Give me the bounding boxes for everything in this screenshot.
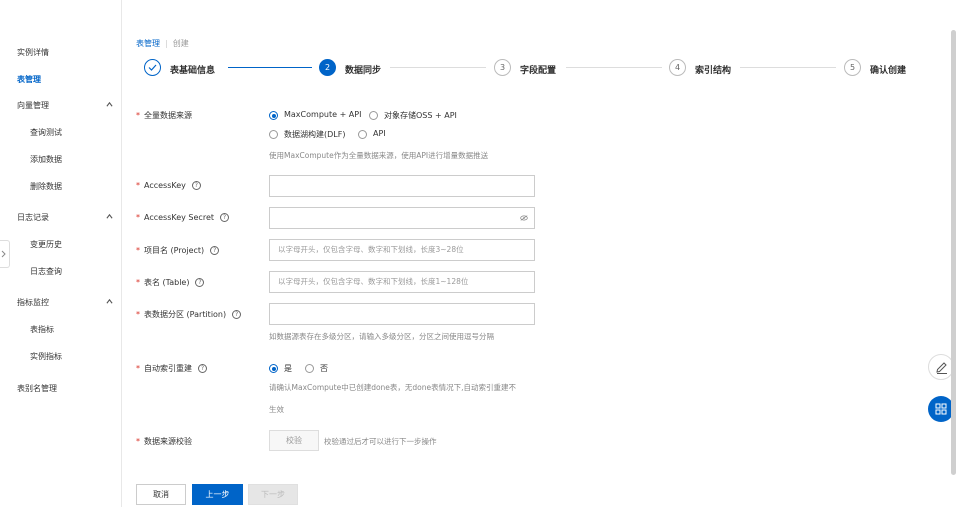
eye-hidden-icon[interactable] — [520, 215, 528, 221]
chevron-up-icon[interactable] — [106, 298, 113, 305]
help-icon[interactable]: ? — [195, 278, 205, 287]
sidebar-item-query-test[interactable]: 查询测试 — [30, 127, 62, 138]
radio-label: API — [373, 129, 386, 138]
project-input[interactable]: 以字母开头，仅包含字母、数字和下划线，长度3~28位 — [269, 239, 535, 261]
radio-label: 否 — [320, 364, 328, 373]
radio-yes[interactable] — [269, 364, 278, 373]
scrollbar[interactable] — [951, 30, 956, 475]
sidebar-item-delete-data[interactable]: 删除数据 — [30, 181, 62, 192]
breadcrumb: 表管理 | 创建 — [136, 39, 189, 48]
step-5-label: 确认创建 — [870, 66, 907, 76]
chevron-up-icon[interactable] — [106, 213, 113, 220]
table-input[interactable]: 以字母开头，仅包含字母、数字和下划线，长度1~128位 — [269, 271, 535, 293]
accesskey-input[interactable] — [269, 175, 535, 197]
table-label: * 表名 (Table)? — [136, 277, 205, 288]
sidebar-item-vector-management[interactable]: 向量管理 — [17, 100, 49, 111]
help-icon[interactable]: ? — [198, 364, 207, 373]
previous-step-button[interactable]: 上一步 — [192, 484, 243, 505]
source-hint: 使用MaxCompute作为全量数据来源，使用API进行增量数据推送 — [269, 151, 489, 160]
sidebar-item-metrics-monitoring[interactable]: 指标监控 — [17, 297, 49, 308]
step-5-circle: 5 — [844, 59, 861, 76]
radio-label: MaxCompute + API — [284, 110, 362, 119]
sidebar: 实例详情 表管理 向量管理 查询测试 添加数据 删除数据 日志记录 变更历史 日… — [0, 0, 122, 507]
step-connector — [228, 67, 312, 68]
radio-label: 是 — [284, 364, 292, 373]
radio-dlf[interactable] — [269, 130, 278, 139]
chevron-up-icon[interactable] — [106, 101, 113, 108]
sidebar-item-table-alias[interactable]: 表别名管理 — [17, 383, 57, 394]
verify-label: * 数据来源校验 — [136, 437, 192, 446]
radio-oss-api[interactable] — [369, 111, 378, 120]
verify-hint: 校验通过后才可以进行下一步操作 — [324, 437, 437, 446]
project-label: * 项目名 (Project)? — [136, 245, 220, 256]
step-2-circle: 2 — [319, 59, 336, 76]
sidebar-item-table-metrics[interactable]: 表指标 — [30, 324, 54, 335]
step-1-circle — [144, 59, 161, 76]
sidebar-collapse-toggle[interactable] — [0, 240, 10, 268]
step-connector — [566, 67, 662, 68]
sidebar-item-log-query[interactable]: 日志查询 — [30, 266, 62, 277]
radio-api[interactable] — [358, 130, 367, 139]
cancel-button[interactable]: 取消 — [136, 484, 186, 505]
source-label: * 全量数据来源 — [136, 111, 192, 120]
sidebar-item-log-records[interactable]: 日志记录 — [17, 212, 49, 223]
radio-label: 对象存储OSS + API — [384, 111, 457, 120]
verify-button[interactable]: 校验 — [269, 430, 319, 451]
partition-input[interactable] — [269, 303, 535, 325]
radio-maxcompute-api[interactable] — [269, 111, 278, 120]
help-icon[interactable]: ? — [232, 310, 242, 319]
auto-rebuild-hint: 请确认MaxCompute中已创建done表，无done表情况下,自动索引重建不 — [269, 383, 517, 392]
step-4-label: 索引结构 — [695, 66, 732, 76]
help-icon[interactable]: ? — [210, 246, 220, 255]
partition-label: * 表数据分区 (Partition)? — [136, 309, 242, 320]
sidebar-item-table-management[interactable]: 表管理 — [17, 74, 41, 85]
main-content: 表管理 | 创建 表基础信息 2 数据同步 3 字段配置 4 索引结构 5 确认创建… — [122, 0, 958, 507]
step-1-label: 表基础信息 — [170, 66, 216, 76]
step-connector — [740, 67, 836, 68]
auto-rebuild-hint-2: 生效 — [269, 405, 284, 414]
partition-hint: 如数据源表存在多级分区，请输入多级分区，分区之间使用逗号分隔 — [269, 332, 494, 341]
sidebar-item-instance-metrics[interactable]: 实例指标 — [30, 351, 62, 362]
accesskey-label: * AccessKey? — [136, 181, 201, 190]
sidebar-item-instance-details[interactable]: 实例详情 — [17, 47, 49, 58]
auto-rebuild-label: * 自动索引重建? — [136, 363, 207, 374]
help-icon[interactable]: ? — [220, 213, 230, 222]
step-2-label: 数据同步 — [345, 66, 382, 76]
chevron-right-icon — [1, 250, 6, 258]
breadcrumb-current: 创建 — [172, 39, 189, 48]
accesskey-secret-input[interactable] — [269, 207, 535, 229]
radio-no[interactable] — [305, 364, 314, 373]
sidebar-item-add-data[interactable]: 添加数据 — [30, 154, 62, 165]
step-3-circle: 3 — [494, 59, 511, 76]
radio-label: 数据湖构建(DLF) — [284, 130, 346, 139]
accesskey-secret-label: * AccessKey Secret? — [136, 213, 230, 222]
step-3-label: 字段配置 — [520, 66, 557, 76]
step-connector — [390, 67, 486, 68]
help-icon[interactable]: ? — [191, 181, 201, 190]
next-step-button[interactable]: 下一步 — [248, 484, 298, 505]
step-4-circle: 4 — [669, 59, 686, 76]
check-icon — [148, 64, 157, 71]
breadcrumb-parent[interactable]: 表管理 — [136, 39, 160, 48]
sidebar-item-change-history[interactable]: 变更历史 — [30, 239, 62, 250]
